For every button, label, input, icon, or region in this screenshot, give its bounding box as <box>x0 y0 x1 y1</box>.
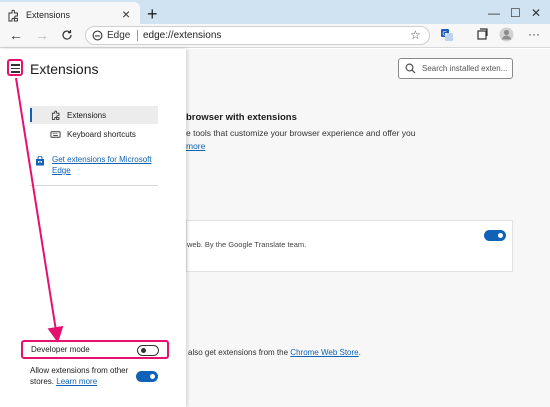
get-extensions-label: Get extensions for Microsoft Edge <box>52 155 152 175</box>
address-brand: Edge <box>107 30 131 41</box>
store-note-text: also get extensions from the <box>188 348 289 357</box>
window-close-button[interactable]: ✕ <box>531 6 541 20</box>
extension-description: web. By the Google Translate team. <box>187 240 307 249</box>
panel-divider <box>30 185 158 186</box>
allow-other-stores-toggle[interactable] <box>136 371 158 382</box>
menu-bar <box>11 64 20 66</box>
collections-icon[interactable] <box>476 28 489 41</box>
page-title: Extensions <box>30 61 99 77</box>
more-icon[interactable]: ··· <box>528 26 540 42</box>
extensions-side-panel: Extensions Extensions Keyboard shortcuts… <box>0 49 186 407</box>
search-icon <box>405 63 416 74</box>
nav-item-label: Extensions <box>67 111 107 120</box>
nav-item-extensions[interactable]: Extensions <box>30 106 158 124</box>
hamburger-menu-button[interactable] <box>7 59 23 76</box>
refresh-icon[interactable] <box>61 29 73 41</box>
nav-item-keyboard-shortcuts[interactable]: Keyboard shortcuts <box>30 125 158 143</box>
back-arrow-icon[interactable]: ← <box>9 27 23 43</box>
store-note: also get extensions from the Chrome Web … <box>188 348 361 357</box>
star-icon[interactable]: ☆ <box>410 28 421 42</box>
address-separator <box>137 30 138 41</box>
extension-card: web. By the Google Translate team. <box>186 220 513 272</box>
learn-more-link[interactable]: Learn more <box>56 377 97 386</box>
tab-close-icon[interactable]: × <box>122 7 130 21</box>
tab-title: Extensions <box>26 10 71 20</box>
active-indicator <box>30 108 32 122</box>
toggle-knob <box>150 374 155 379</box>
menu-bar <box>11 71 20 73</box>
promo-more-link[interactable]: more <box>186 141 205 151</box>
store-note-suffix: . <box>358 348 361 357</box>
profile-icon[interactable] <box>499 27 514 42</box>
store-bag-icon <box>36 156 44 166</box>
address-bar[interactable]: Edge edge://extensions ☆ <box>85 26 430 45</box>
extension-enable-toggle[interactable] <box>484 230 506 241</box>
toggle-knob <box>141 348 146 353</box>
menu-bar <box>11 67 20 69</box>
promo-headline: browser with extensions <box>186 112 297 123</box>
developer-mode-toggle[interactable] <box>137 345 159 356</box>
svg-text:G: G <box>442 31 447 38</box>
address-url[interactable]: edge://extensions <box>143 30 221 41</box>
forward-arrow-icon[interactable]: → <box>35 27 49 43</box>
promo-text: e tools that customize your browser expe… <box>186 128 416 138</box>
extension-icon <box>8 9 18 22</box>
address-toolbar: ← → Edge edge://extensions ☆ G ··· <box>0 24 550 48</box>
allow-other-stores-row: Allow extensions from other stores. Lear… <box>30 365 130 387</box>
toggle-knob <box>498 233 503 238</box>
developer-mode-row: Developer mode <box>21 340 169 359</box>
edge-logo-icon <box>92 30 103 41</box>
developer-mode-label: Developer mode <box>31 345 90 354</box>
translate-icon[interactable]: G <box>440 28 454 42</box>
maximize-button[interactable]: ☐ <box>510 6 521 20</box>
new-tab-button[interactable]: + <box>147 3 158 25</box>
nav-item-label: Keyboard shortcuts <box>67 130 136 139</box>
extension-icon <box>51 110 60 120</box>
search-installed-extensions-input[interactable]: Search installed exten... <box>398 58 513 79</box>
keyboard-icon <box>50 131 61 138</box>
search-placeholder: Search installed exten... <box>422 64 508 73</box>
chrome-web-store-link[interactable]: Chrome Web Store <box>290 348 358 357</box>
minimize-button[interactable]: — <box>488 6 500 20</box>
